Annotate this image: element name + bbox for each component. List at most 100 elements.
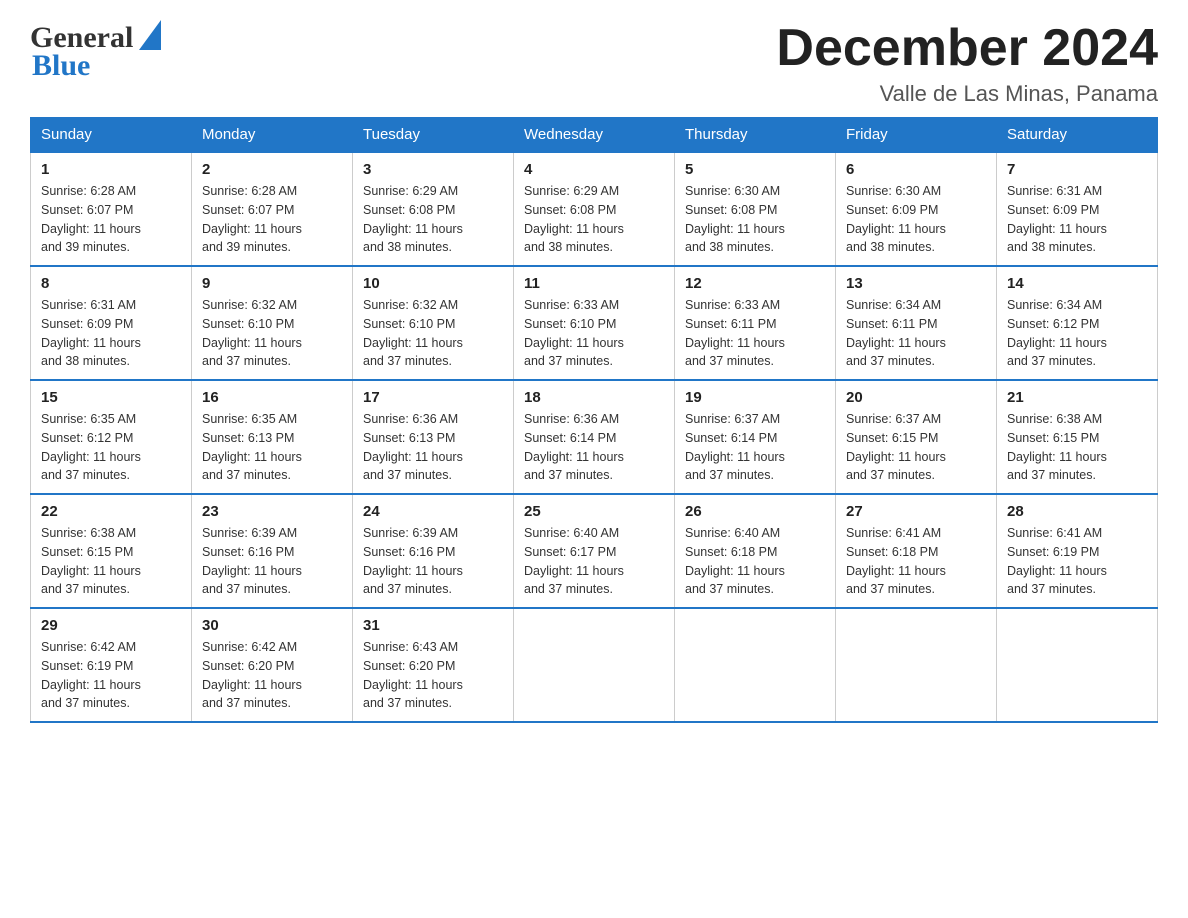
- day-number: 18: [524, 389, 664, 406]
- day-number: 23: [202, 503, 342, 520]
- day-info: Sunrise: 6:36 AMSunset: 6:13 PMDaylight:…: [363, 410, 503, 485]
- calendar-day-12: 12 Sunrise: 6:33 AMSunset: 6:11 PMDayligh…: [675, 266, 836, 380]
- calendar-week-2: 8Sunrise: 6:31 AMSunset: 6:09 PMDaylight…: [31, 266, 1158, 380]
- page-header: General Blue December 2024 Valle de Las …: [30, 20, 1158, 107]
- calendar-day-10: 10 Sunrise: 6:32 AMSunset: 6:10 PMDayligh…: [353, 266, 514, 380]
- calendar-week-4: 22Sunrise: 6:38 AMSunset: 6:15 PMDayligh…: [31, 494, 1158, 608]
- day-info: Sunrise: 6:34 AMSunset: 6:11 PMDaylight:…: [846, 296, 986, 371]
- day-number: 29: [41, 617, 181, 634]
- day-info: Sunrise: 6:33 AMSunset: 6:10 PMDaylight:…: [524, 296, 664, 371]
- day-number: 13: [846, 275, 986, 292]
- day-info: Sunrise: 6:34 AMSunset: 6:12 PMDaylight:…: [1007, 296, 1147, 371]
- calendar-day-13: 13 Sunrise: 6:34 AMSunset: 6:11 PMDayligh…: [836, 266, 997, 380]
- calendar-day-18: 18 Sunrise: 6:36 AMSunset: 6:14 PMDayligh…: [514, 380, 675, 494]
- day-number: 25: [524, 503, 664, 520]
- calendar-day-20: 20 Sunrise: 6:37 AMSunset: 6:15 PMDayligh…: [836, 380, 997, 494]
- logo: General Blue: [30, 20, 161, 83]
- day-number: 5: [685, 161, 825, 178]
- logo-icon: [139, 20, 161, 55]
- day-info: Sunrise: 6:31 AMSunset: 6:09 PMDaylight:…: [1007, 182, 1147, 257]
- day-info: Sunrise: 6:33 AMSunset: 6:11 PMDaylight:…: [685, 296, 825, 371]
- day-number: 26: [685, 503, 825, 520]
- day-number: 1: [41, 161, 181, 178]
- day-number: 11: [524, 275, 664, 292]
- day-number: 30: [202, 617, 342, 634]
- calendar-day-30: 30 Sunrise: 6:42 AMSunset: 6:20 PMDayligh…: [192, 608, 353, 722]
- calendar-day-8: 8Sunrise: 6:31 AMSunset: 6:09 PMDaylight…: [31, 266, 192, 380]
- weekday-header-row: SundayMondayTuesdayWednesdayThursdayFrid…: [31, 118, 1158, 153]
- calendar-day-21: 21Sunrise: 6:38 AMSunset: 6:15 PMDayligh…: [997, 380, 1158, 494]
- day-info: Sunrise: 6:36 AMSunset: 6:14 PMDaylight:…: [524, 410, 664, 485]
- empty-cell: [514, 608, 675, 722]
- day-number: 4: [524, 161, 664, 178]
- calendar-day-27: 27 Sunrise: 6:41 AMSunset: 6:18 PMDayligh…: [836, 494, 997, 608]
- calendar-day-6: 6Sunrise: 6:30 AMSunset: 6:09 PMDaylight…: [836, 152, 997, 266]
- logo-blue-text: Blue: [32, 49, 90, 83]
- weekday-header-saturday: Saturday: [997, 118, 1158, 153]
- calendar-day-4: 4 Sunrise: 6:29 AMSunset: 6:08 PMDaylight…: [514, 152, 675, 266]
- calendar-day-19: 19 Sunrise: 6:37 AMSunset: 6:14 PMDayligh…: [675, 380, 836, 494]
- day-info: Sunrise: 6:29 AMSunset: 6:08 PMDaylight:…: [363, 182, 503, 257]
- calendar-week-3: 15Sunrise: 6:35 AMSunset: 6:12 PMDayligh…: [31, 380, 1158, 494]
- day-info: Sunrise: 6:40 AMSunset: 6:17 PMDaylight:…: [524, 524, 664, 599]
- empty-cell: [836, 608, 997, 722]
- day-info: Sunrise: 6:30 AMSunset: 6:09 PMDaylight:…: [846, 182, 986, 257]
- day-info: Sunrise: 6:37 AMSunset: 6:15 PMDaylight:…: [846, 410, 986, 485]
- calendar-table: SundayMondayTuesdayWednesdayThursdayFrid…: [30, 117, 1158, 723]
- day-info: Sunrise: 6:32 AMSunset: 6:10 PMDaylight:…: [202, 296, 342, 371]
- weekday-header-tuesday: Tuesday: [353, 118, 514, 153]
- day-number: 16: [202, 389, 342, 406]
- day-info: Sunrise: 6:42 AMSunset: 6:20 PMDaylight:…: [202, 638, 342, 713]
- day-number: 10: [363, 275, 503, 292]
- day-number: 21: [1007, 389, 1147, 406]
- day-number: 31: [363, 617, 503, 634]
- calendar-day-5: 5Sunrise: 6:30 AMSunset: 6:08 PMDaylight…: [675, 152, 836, 266]
- calendar-day-23: 23 Sunrise: 6:39 AMSunset: 6:16 PMDayligh…: [192, 494, 353, 608]
- day-number: 14: [1007, 275, 1147, 292]
- day-info: Sunrise: 6:39 AMSunset: 6:16 PMDaylight:…: [202, 524, 342, 599]
- location-text: Valle de Las Minas, Panama: [776, 81, 1158, 107]
- calendar-day-1: 1 Sunrise: 6:28 AMSunset: 6:07 PMDaylight…: [31, 152, 192, 266]
- weekday-header-wednesday: Wednesday: [514, 118, 675, 153]
- calendar-week-5: 29Sunrise: 6:42 AMSunset: 6:19 PMDayligh…: [31, 608, 1158, 722]
- day-info: Sunrise: 6:41 AMSunset: 6:18 PMDaylight:…: [846, 524, 986, 599]
- title-section: December 2024 Valle de Las Minas, Panama: [776, 20, 1158, 107]
- weekday-header-thursday: Thursday: [675, 118, 836, 153]
- calendar-day-24: 24 Sunrise: 6:39 AMSunset: 6:16 PMDayligh…: [353, 494, 514, 608]
- calendar-day-3: 3 Sunrise: 6:29 AMSunset: 6:08 PMDaylight…: [353, 152, 514, 266]
- calendar-day-22: 22Sunrise: 6:38 AMSunset: 6:15 PMDayligh…: [31, 494, 192, 608]
- day-number: 27: [846, 503, 986, 520]
- day-number: 2: [202, 161, 342, 178]
- day-info: Sunrise: 6:41 AMSunset: 6:19 PMDaylight:…: [1007, 524, 1147, 599]
- weekday-header-sunday: Sunday: [31, 118, 192, 153]
- weekday-header-monday: Monday: [192, 118, 353, 153]
- empty-cell: [997, 608, 1158, 722]
- calendar-day-25: 25 Sunrise: 6:40 AMSunset: 6:17 PMDayligh…: [514, 494, 675, 608]
- calendar-day-7: 7Sunrise: 6:31 AMSunset: 6:09 PMDaylight…: [997, 152, 1158, 266]
- calendar-day-2: 2 Sunrise: 6:28 AMSunset: 6:07 PMDaylight…: [192, 152, 353, 266]
- calendar-day-15: 15Sunrise: 6:35 AMSunset: 6:12 PMDayligh…: [31, 380, 192, 494]
- calendar-day-26: 26 Sunrise: 6:40 AMSunset: 6:18 PMDayligh…: [675, 494, 836, 608]
- weekday-header-friday: Friday: [836, 118, 997, 153]
- day-number: 12: [685, 275, 825, 292]
- day-info: Sunrise: 6:39 AMSunset: 6:16 PMDaylight:…: [363, 524, 503, 599]
- day-info: Sunrise: 6:28 AMSunset: 6:07 PMDaylight:…: [41, 182, 181, 257]
- day-info: Sunrise: 6:32 AMSunset: 6:10 PMDaylight:…: [363, 296, 503, 371]
- day-number: 24: [363, 503, 503, 520]
- calendar-day-14: 14 Sunrise: 6:34 AMSunset: 6:12 PMDayligh…: [997, 266, 1158, 380]
- month-title: December 2024: [776, 20, 1158, 77]
- empty-cell: [675, 608, 836, 722]
- day-number: 28: [1007, 503, 1147, 520]
- day-info: Sunrise: 6:28 AMSunset: 6:07 PMDaylight:…: [202, 182, 342, 257]
- day-info: Sunrise: 6:35 AMSunset: 6:12 PMDaylight:…: [41, 410, 181, 485]
- day-info: Sunrise: 6:40 AMSunset: 6:18 PMDaylight:…: [685, 524, 825, 599]
- day-info: Sunrise: 6:37 AMSunset: 6:14 PMDaylight:…: [685, 410, 825, 485]
- calendar-day-11: 11 Sunrise: 6:33 AMSunset: 6:10 PMDayligh…: [514, 266, 675, 380]
- calendar-day-16: 16Sunrise: 6:35 AMSunset: 6:13 PMDayligh…: [192, 380, 353, 494]
- day-number: 19: [685, 389, 825, 406]
- day-info: Sunrise: 6:29 AMSunset: 6:08 PMDaylight:…: [524, 182, 664, 257]
- day-number: 22: [41, 503, 181, 520]
- day-number: 3: [363, 161, 503, 178]
- calendar-day-17: 17Sunrise: 6:36 AMSunset: 6:13 PMDayligh…: [353, 380, 514, 494]
- day-number: 20: [846, 389, 986, 406]
